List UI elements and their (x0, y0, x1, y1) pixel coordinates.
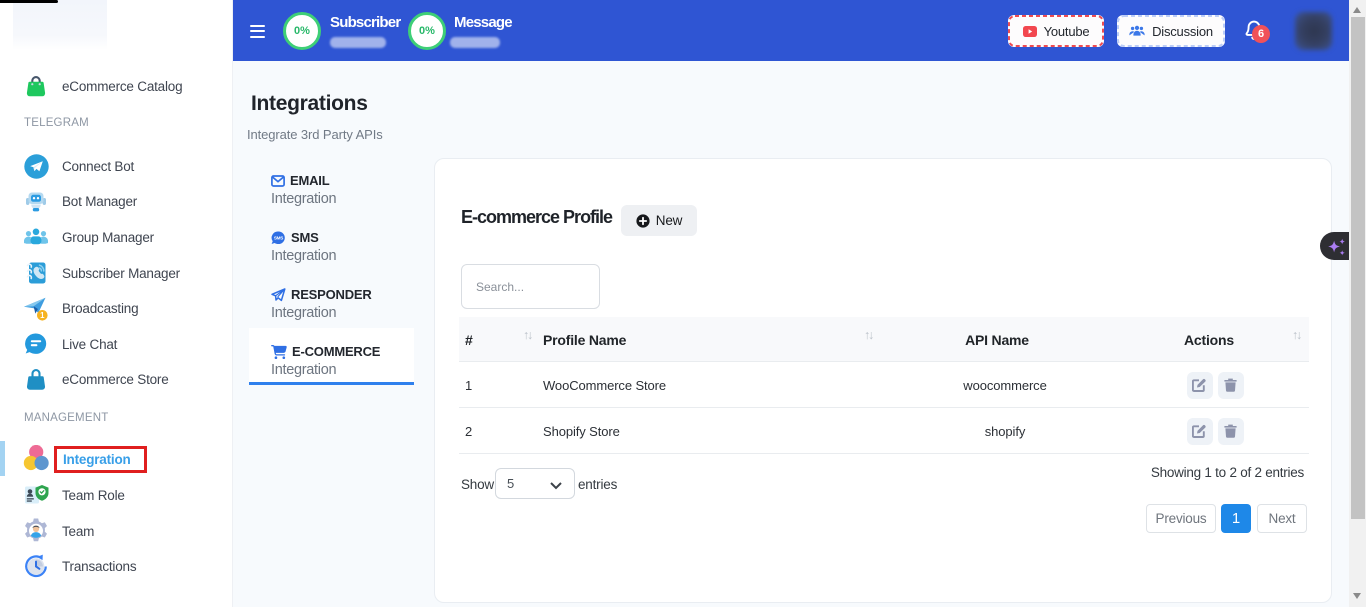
svg-text:1: 1 (40, 311, 45, 320)
svg-text:SMS: SMS (274, 236, 283, 241)
